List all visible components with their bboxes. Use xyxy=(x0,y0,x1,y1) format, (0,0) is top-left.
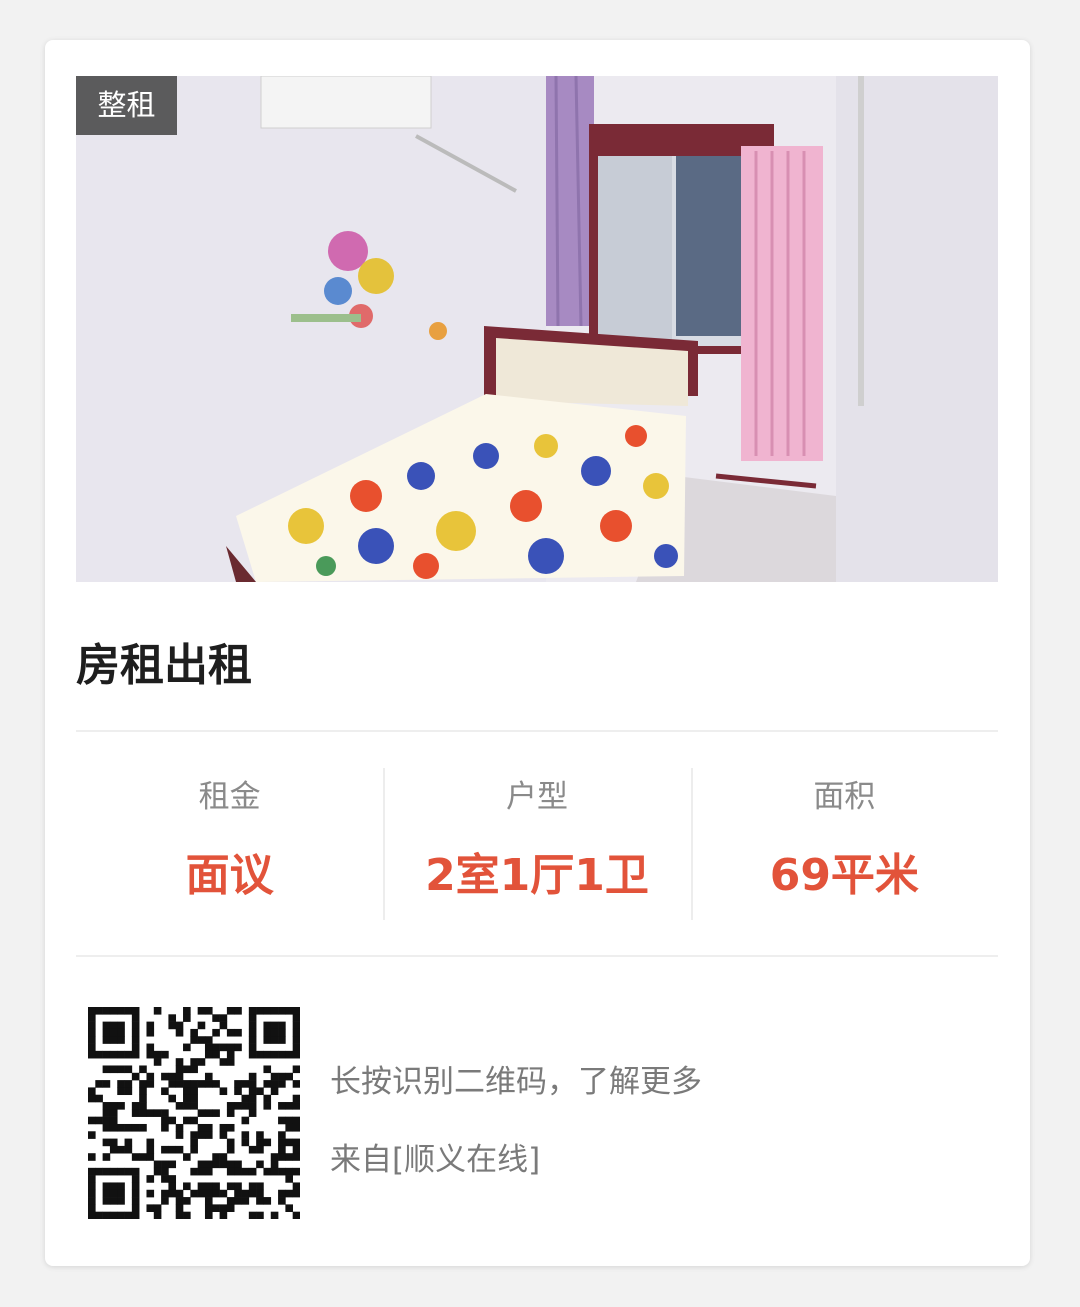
divider-bottom xyxy=(76,955,998,957)
divider-top xyxy=(76,730,998,732)
stat-area-label: 面积 xyxy=(813,779,876,815)
listing-title: 房租出租 xyxy=(76,640,252,691)
stat-area: 面积 69平米 xyxy=(690,768,998,920)
stat-area-value: 69平米 xyxy=(769,850,919,901)
stat-layout: 户型 2室1厅1卫 xyxy=(383,768,690,920)
stat-layout-label: 户型 xyxy=(505,779,568,815)
stat-rent: 租金 面议 xyxy=(76,768,383,920)
stat-rent-label: 租金 xyxy=(198,779,261,815)
bedroom-photo-image xyxy=(76,76,998,582)
stat-rent-value: 面议 xyxy=(185,850,274,901)
qr-code-icon[interactable] xyxy=(88,1007,301,1220)
listing-card[interactable]: 整租 房租出租 租金 面议 户型 2室1厅1卫 面积 69平米 长按识别二维码，… xyxy=(45,40,1030,1266)
qr-code-graphic xyxy=(88,1007,301,1220)
listing-photo[interactable]: 整租 xyxy=(76,76,998,582)
qr-hint-text: 长按识别二维码，了解更多 xyxy=(330,1064,702,1100)
listing-stats: 租金 面议 户型 2室1厅1卫 面积 69平米 xyxy=(76,768,998,920)
rental-type-tag: 整租 xyxy=(76,76,177,135)
stat-layout-value: 2室1厅1卫 xyxy=(425,850,649,901)
source-text: 来自[顺义在线] xyxy=(330,1142,541,1178)
